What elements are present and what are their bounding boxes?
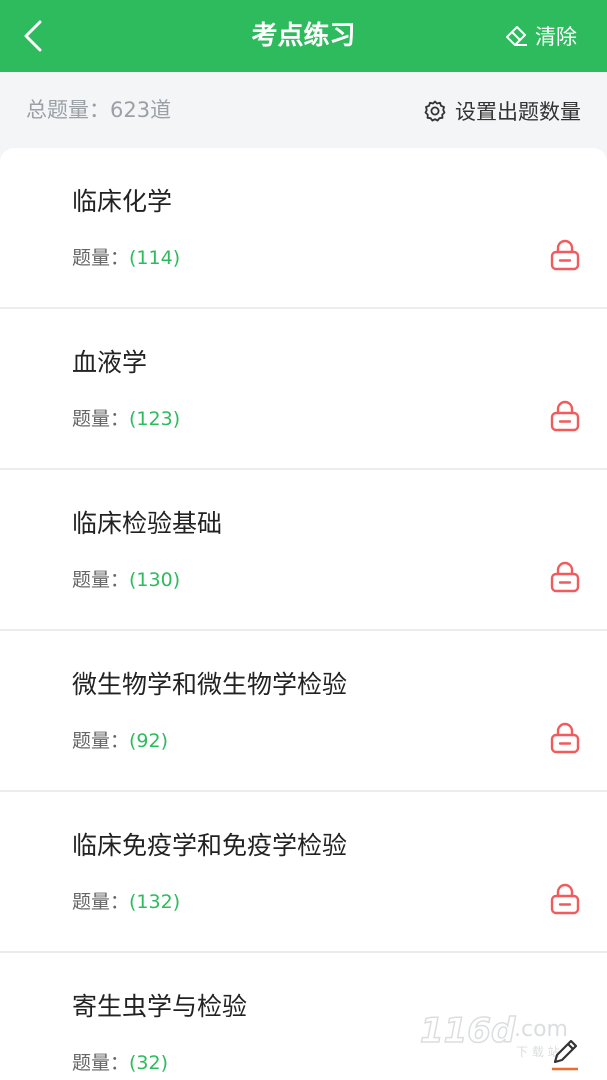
count-label: 题量：	[72, 408, 130, 430]
eraser-icon	[506, 26, 527, 46]
count-label: 题量：	[72, 730, 130, 752]
item-title: 血液学	[72, 348, 148, 377]
item-count: 题量：(114)	[72, 243, 180, 270]
item-title: 临床化学	[72, 187, 173, 216]
count-label: 题量：	[72, 891, 130, 913]
count-value: (132)	[129, 891, 181, 913]
clear-button[interactable]: 清除	[503, 20, 577, 52]
item-title: 微生物学和微生物学检验	[72, 670, 348, 699]
pencil-icon[interactable]	[549, 1036, 581, 1072]
summary-bar: 总题量：623道 设置出题数量	[0, 72, 607, 148]
settings-label: 设置出题数量	[455, 100, 581, 124]
count-value: (32)	[129, 1052, 169, 1074]
item-title: 临床免疫学和免疫学检验	[72, 831, 348, 860]
item-count: 题量：(132)	[72, 887, 180, 914]
lock-icon	[550, 561, 580, 593]
count-label: 题量：	[72, 569, 130, 591]
svg-text:116d: 116d	[420, 1011, 516, 1051]
total-questions: 总题量：623道	[26, 72, 171, 148]
item-count: 题量：(130)	[72, 565, 180, 592]
list-item[interactable]: 临床化学 题量：(114)	[0, 148, 607, 309]
set-question-count-button[interactable]: 设置出题数量	[423, 96, 581, 126]
item-title: 临床检验基础	[72, 509, 223, 538]
lock-icon	[550, 400, 580, 432]
total-value: 623道	[110, 98, 172, 122]
clear-label: 清除	[535, 25, 577, 49]
topic-list: 临床化学 题量：(114) 血液学 题量：(123) 临床检验基础 题量：(13…	[0, 148, 607, 1080]
item-count: 题量：(123)	[72, 404, 180, 431]
count-value: (114)	[129, 247, 181, 269]
gear-icon	[424, 100, 446, 122]
top-app-bar: 考点练习 清除	[0, 0, 607, 72]
total-label: 总题量：	[26, 98, 110, 122]
list-item[interactable]: 微生物学和微生物学检验 题量：(92)	[0, 631, 607, 792]
lock-icon	[550, 722, 580, 754]
item-title: 寄生虫学与检验	[72, 992, 248, 1021]
count-label: 题量：	[72, 247, 130, 269]
count-label: 题量：	[72, 1052, 130, 1074]
list-item[interactable]: 血液学 题量：(123)	[0, 309, 607, 470]
list-item[interactable]: 临床检验基础 题量：(130)	[0, 470, 607, 631]
lock-icon	[550, 883, 580, 915]
count-value: (92)	[129, 730, 169, 752]
count-value: (123)	[129, 408, 181, 430]
count-value: (130)	[129, 569, 181, 591]
lock-icon	[550, 239, 580, 271]
list-item[interactable]: 临床免疫学和免疫学检验 题量：(132)	[0, 792, 607, 953]
item-count: 题量：(92)	[72, 726, 168, 753]
item-count: 题量：(32)	[72, 1048, 168, 1075]
